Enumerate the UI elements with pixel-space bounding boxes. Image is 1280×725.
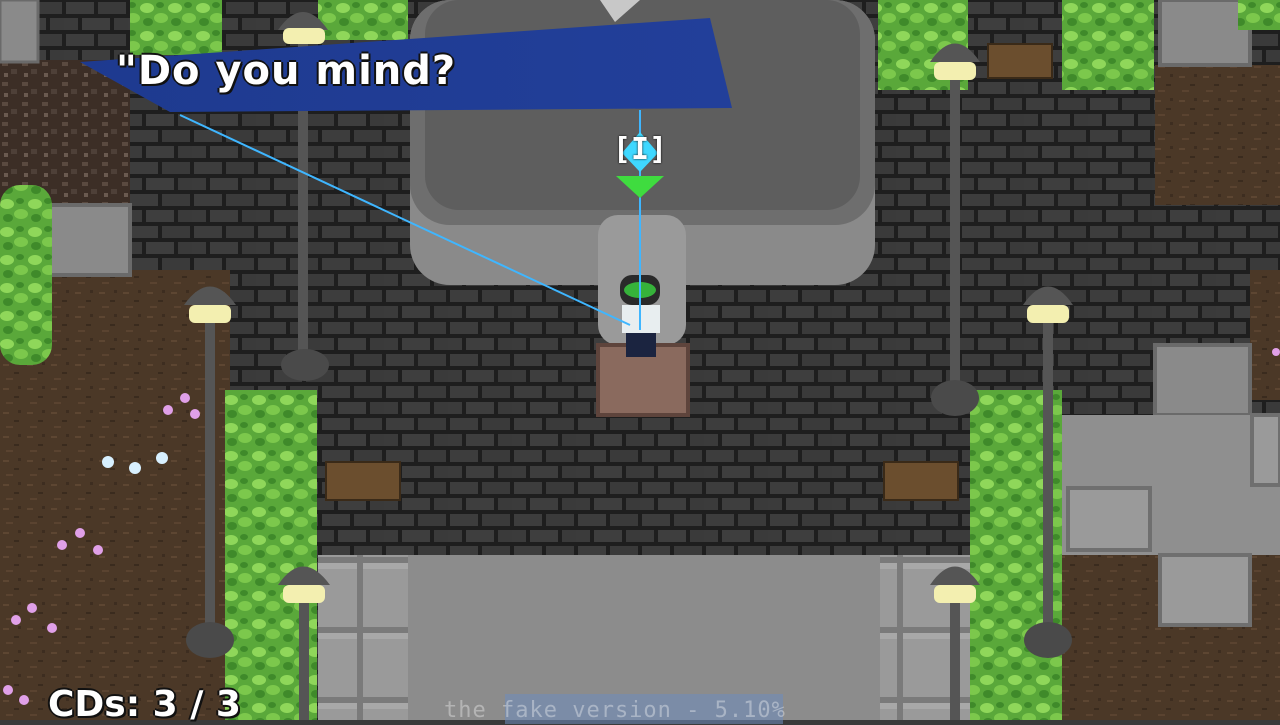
interact-key-prompt[interactable]: [I] [612, 128, 668, 172]
game-scene [0, 0, 1280, 720]
dialogue-text: "Do you mind? [116, 48, 457, 94]
version-watermark: the fake version - 5.10% [444, 698, 786, 723]
cd-counter: CDs: 3 / 3 [48, 684, 241, 725]
